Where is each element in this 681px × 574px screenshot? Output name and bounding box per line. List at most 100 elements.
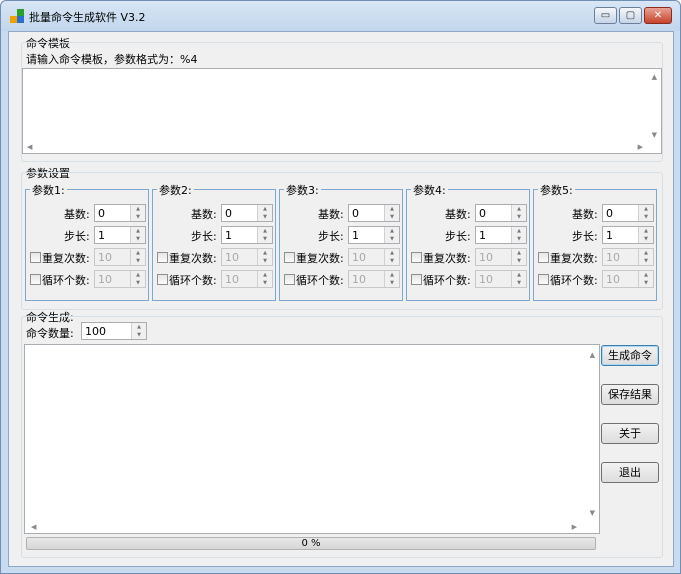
param-2-base-spinner[interactable]: 0 ▲ ▼ <box>221 204 273 222</box>
param-2-step-spinner[interactable]: 1 ▲ ▼ <box>221 226 273 244</box>
spinner-arrows-icon[interactable]: ▲ ▼ <box>384 249 399 265</box>
param-2-title: 参数2: <box>157 182 194 198</box>
param-3-base-spinner[interactable]: 0 ▲ ▼ <box>348 204 400 222</box>
spinner-arrows-icon[interactable]: ▲ ▼ <box>130 249 145 265</box>
spinner-arrows-icon[interactable]: ▲ ▼ <box>257 271 272 287</box>
save-button[interactable]: 保存结果 <box>601 384 659 405</box>
param-3-step-spinner[interactable]: 1 ▲ ▼ <box>348 226 400 244</box>
param-2-group: 参数2: 基数: 0 ▲ ▼ 步长: 1 ▲ ▼ 重复次数: 10 ▲ ▼ 循环个数: 10… <box>152 182 276 301</box>
param-4-repeat-spinner[interactable]: 10 ▲ ▼ <box>475 248 527 266</box>
spinner-arrows-icon[interactable]: ▲ ▼ <box>130 227 145 243</box>
spinner-arrows-icon[interactable]: ▲ ▼ <box>384 271 399 287</box>
param-1-base-label: 基数: <box>64 208 90 221</box>
exit-button[interactable]: 退出 <box>601 462 659 483</box>
param-1-repeat-checkbox[interactable] <box>30 252 41 263</box>
param-2-repeat-spinner[interactable]: 10 ▲ ▼ <box>221 248 273 266</box>
spinner-arrows-icon[interactable]: ▲ ▼ <box>638 271 653 287</box>
param-5-base-value: 0 <box>606 207 613 220</box>
param-5-cycle-label: 循环个数: <box>550 274 598 287</box>
param-2-step-value: 1 <box>225 229 232 242</box>
param-2-base-label: 基数: <box>191 208 217 221</box>
command-count-spinner[interactable]: 100 ▲ ▼ <box>81 322 147 340</box>
scroll-down-icon[interactable]: ▼ <box>590 509 595 517</box>
template-input[interactable]: ▲ ▼ ◀ ▶ <box>22 68 662 154</box>
output-textarea[interactable]: ▲ ▼ ◀ ▶ <box>24 344 600 534</box>
param-2-base-value: 0 <box>225 207 232 220</box>
count-label: 命令数量: <box>26 327 74 340</box>
spinner-arrows-icon[interactable]: ▲ ▼ <box>638 205 653 221</box>
param-1-step-spinner[interactable]: 1 ▲ ▼ <box>94 226 146 244</box>
param-4-step-spinner[interactable]: 1 ▲ ▼ <box>475 226 527 244</box>
spinner-arrows-icon[interactable]: ▲ ▼ <box>131 323 146 339</box>
close-button[interactable]: ✕ <box>644 7 672 24</box>
spinner-arrows-icon[interactable]: ▲ ▼ <box>257 249 272 265</box>
spinner-arrows-icon[interactable]: ▲ ▼ <box>257 227 272 243</box>
scroll-up-icon[interactable]: ▲ <box>590 351 595 359</box>
param-1-cycle-label: 循环个数: <box>42 274 90 287</box>
command-count-value: 100 <box>85 325 106 338</box>
spinner-arrows-icon[interactable]: ▲ ▼ <box>638 249 653 265</box>
param-4-base-spinner[interactable]: 0 ▲ ▼ <box>475 204 527 222</box>
spinner-arrows-icon[interactable]: ▲ ▼ <box>130 205 145 221</box>
param-1-cycle-spinner[interactable]: 10 ▲ ▼ <box>94 270 146 288</box>
scroll-down-icon[interactable]: ▼ <box>652 131 657 139</box>
param-4-step-value: 1 <box>479 229 486 242</box>
spinner-arrows-icon[interactable]: ▲ ▼ <box>511 249 526 265</box>
spinner-arrows-icon[interactable]: ▲ ▼ <box>511 205 526 221</box>
spinner-arrows-icon[interactable]: ▲ ▼ <box>384 205 399 221</box>
param-1-step-label: 步长: <box>64 230 90 243</box>
param-5-step-value: 1 <box>606 229 613 242</box>
param-3-base-value: 0 <box>352 207 359 220</box>
spinner-arrows-icon[interactable]: ▲ ▼ <box>638 227 653 243</box>
param-5-step-spinner[interactable]: 1 ▲ ▼ <box>602 226 654 244</box>
maximize-button[interactable]: ▢ <box>619 7 642 24</box>
param-5-group: 参数5: 基数: 0 ▲ ▼ 步长: 1 ▲ ▼ 重复次数: 10 ▲ ▼ 循环个数: 10… <box>533 182 657 301</box>
param-3-repeat-checkbox[interactable] <box>284 252 295 263</box>
param-1-step-value: 1 <box>98 229 105 242</box>
param-1-base-spinner[interactable]: 0 ▲ ▼ <box>94 204 146 222</box>
param-3-repeat-label: 重复次数: <box>296 252 344 265</box>
scroll-left-icon[interactable]: ◀ <box>27 143 32 151</box>
scroll-right-icon[interactable]: ▶ <box>638 143 643 151</box>
spinner-arrows-icon[interactable]: ▲ ▼ <box>130 271 145 287</box>
param-4-repeat-checkbox[interactable] <box>411 252 422 263</box>
generate-button[interactable]: 生成命令 <box>601 345 659 366</box>
param-4-repeat-value: 10 <box>479 251 493 264</box>
param-5-repeat-checkbox[interactable] <box>538 252 549 263</box>
title-bar[interactable]: 批量命令生成软件 V3.2 ▭ ▢ ✕ <box>1 1 680 31</box>
scroll-up-icon[interactable]: ▲ <box>652 73 657 81</box>
param-2-cycle-value: 10 <box>225 273 239 286</box>
about-button[interactable]: 关于 <box>601 423 659 444</box>
spinner-arrows-icon[interactable]: ▲ ▼ <box>511 227 526 243</box>
param-4-cycle-spinner[interactable]: 10 ▲ ▼ <box>475 270 527 288</box>
param-1-cycle-checkbox[interactable] <box>30 274 41 285</box>
param-2-cycle-checkbox[interactable] <box>157 274 168 285</box>
param-2-repeat-checkbox[interactable] <box>157 252 168 263</box>
spinner-arrows-icon[interactable]: ▲ ▼ <box>384 227 399 243</box>
param-2-cycle-label: 循环个数: <box>169 274 217 287</box>
scroll-left-icon[interactable]: ◀ <box>31 523 36 531</box>
param-5-cycle-checkbox[interactable] <box>538 274 549 285</box>
progress-bar: 0 % <box>26 537 596 550</box>
param-3-repeat-value: 10 <box>352 251 366 264</box>
spinner-arrows-icon[interactable]: ▲ ▼ <box>511 271 526 287</box>
param-2-cycle-spinner[interactable]: 10 ▲ ▼ <box>221 270 273 288</box>
param-5-cycle-spinner[interactable]: 10 ▲ ▼ <box>602 270 654 288</box>
param-5-repeat-value: 10 <box>606 251 620 264</box>
param-5-cycle-value: 10 <box>606 273 620 286</box>
param-5-title: 参数5: <box>538 182 575 198</box>
param-3-cycle-spinner[interactable]: 10 ▲ ▼ <box>348 270 400 288</box>
app-icon <box>10 9 24 23</box>
param-4-cycle-checkbox[interactable] <box>411 274 422 285</box>
minimize-button[interactable]: ▭ <box>594 7 617 24</box>
param-1-title: 参数1: <box>30 182 67 198</box>
scroll-right-icon[interactable]: ▶ <box>572 523 577 531</box>
spinner-arrows-icon[interactable]: ▲ ▼ <box>257 205 272 221</box>
param-3-cycle-checkbox[interactable] <box>284 274 295 285</box>
param-5-repeat-spinner[interactable]: 10 ▲ ▼ <box>602 248 654 266</box>
param-1-repeat-spinner[interactable]: 10 ▲ ▼ <box>94 248 146 266</box>
param-4-cycle-value: 10 <box>479 273 493 286</box>
param-3-step-value: 1 <box>352 229 359 242</box>
param-5-base-spinner[interactable]: 0 ▲ ▼ <box>602 204 654 222</box>
param-3-repeat-spinner[interactable]: 10 ▲ ▼ <box>348 248 400 266</box>
